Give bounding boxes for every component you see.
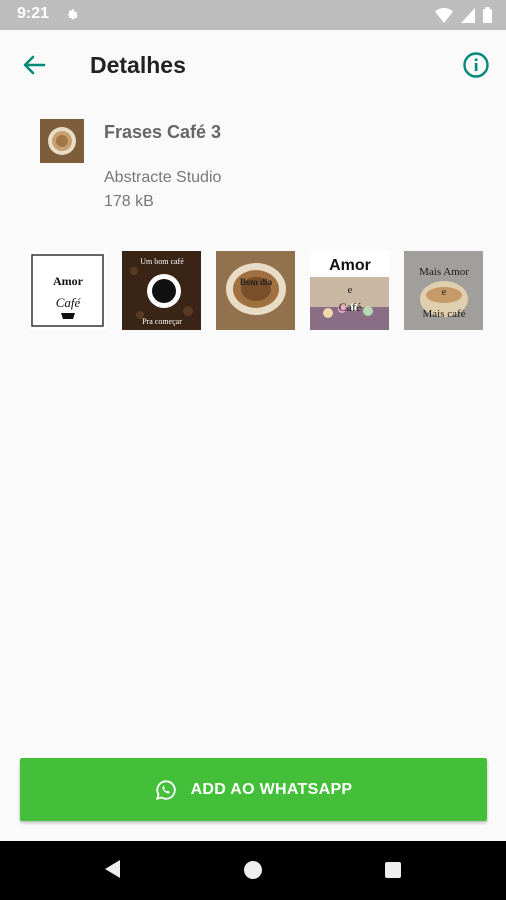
sticker-5[interactable]: Mais Amor e Mais café bbox=[404, 251, 483, 330]
settings-gear-icon bbox=[67, 9, 79, 20]
nav-back-icon[interactable] bbox=[103, 859, 121, 879]
status-bar: 9:21 bbox=[0, 0, 506, 30]
add-button-label: ADD AO WHATSAPP bbox=[190, 780, 353, 798]
sticker-3[interactable]: Bom dia bbox=[216, 251, 295, 330]
pack-name: Frases Café 3 bbox=[104, 122, 222, 142]
back-arrow-icon[interactable] bbox=[18, 50, 52, 80]
sticker-4-text-1: Amor bbox=[329, 257, 371, 274]
nav-recents-icon[interactable] bbox=[385, 862, 401, 878]
sticker-4-text-3: Café bbox=[339, 300, 362, 314]
sticker-2[interactable]: Um bom café Pra começar bbox=[122, 251, 201, 330]
wifi-icon bbox=[435, 7, 453, 23]
sticker-2-text-2: Pra começar bbox=[142, 317, 182, 326]
sticker-2-text-1: Um bom café bbox=[140, 257, 184, 266]
sticker-1[interactable]: Amor Café bbox=[28, 251, 107, 330]
sticker-5-text-2: e bbox=[442, 287, 447, 298]
page-title: Detalhes bbox=[90, 52, 186, 78]
nav-home-icon[interactable] bbox=[244, 861, 262, 879]
sticker-4[interactable]: Amor e Café bbox=[310, 251, 389, 330]
pack-tray-image bbox=[40, 119, 84, 163]
cell-signal-icon bbox=[461, 7, 475, 23]
info-icon[interactable] bbox=[460, 49, 492, 81]
sticker-1-text-1: Amor bbox=[53, 274, 84, 288]
whatsapp-icon bbox=[155, 779, 176, 800]
sticker-4-text-2: e bbox=[348, 284, 353, 296]
add-to-whatsapp-button[interactable]: ADD AO WHATSAPP bbox=[20, 758, 487, 821]
system-nav-bar bbox=[0, 841, 506, 900]
sticker-grid: Amor Café Um bom café Pra começar Bom di… bbox=[28, 251, 484, 331]
sticker-5-text-1: Mais Amor bbox=[419, 266, 469, 278]
pack-size: 178 kB bbox=[104, 193, 154, 210]
pack-publisher: Abstracte Studio bbox=[104, 169, 222, 186]
sticker-1-text-2: Café bbox=[56, 295, 82, 310]
battery-icon bbox=[483, 7, 492, 23]
app-bar: Detalhes bbox=[0, 30, 506, 100]
status-time: 9:21 bbox=[17, 5, 50, 22]
sticker-3-text-1: Bom dia bbox=[240, 277, 273, 287]
status-icons bbox=[435, 7, 492, 23]
sticker-5-text-3: Mais café bbox=[422, 308, 465, 320]
